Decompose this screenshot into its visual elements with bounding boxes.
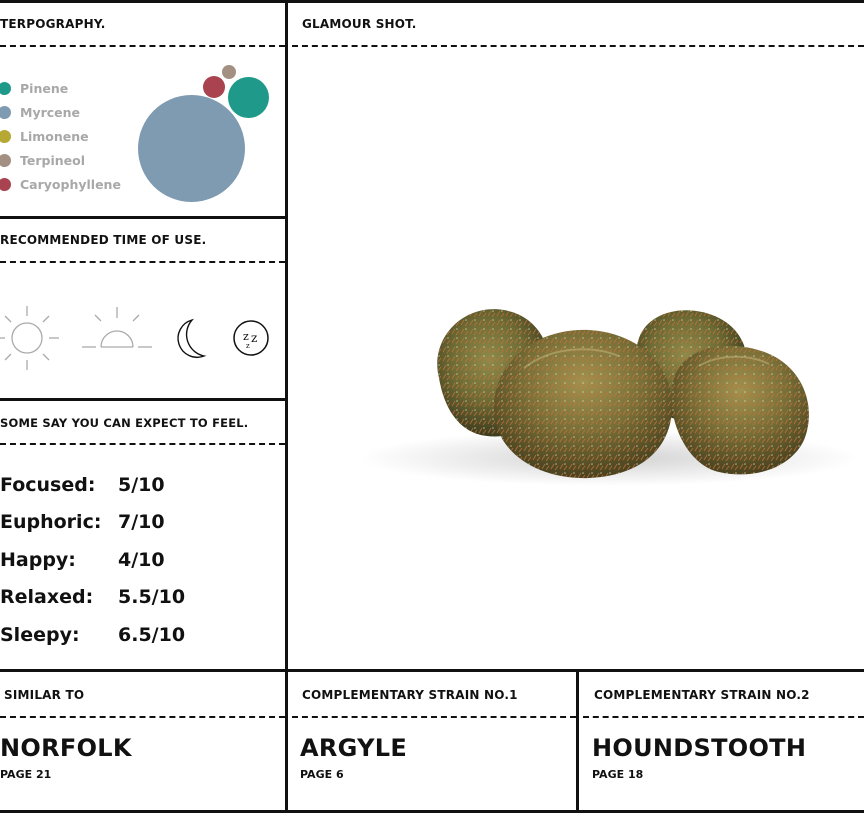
feel-value: 4/10 bbox=[118, 548, 165, 571]
terpineol-bubble bbox=[222, 65, 236, 79]
glamour-dash bbox=[292, 45, 864, 47]
sunset-icon bbox=[82, 307, 152, 348]
complementary-2-name: HOUNDSTOOTH bbox=[592, 734, 807, 762]
terpene-legend: Pinene Myrcene Limonene Terpineol Caryop… bbox=[0, 76, 121, 196]
similar-dash bbox=[0, 716, 285, 718]
terpography-bottom-border bbox=[0, 216, 286, 219]
complementary-2-dash bbox=[583, 716, 864, 718]
sleep-icon: z z z bbox=[233, 320, 269, 356]
feel-row-euphoric: Euphoric: 7/10 bbox=[0, 504, 185, 542]
sun-icon bbox=[0, 306, 59, 370]
bottom-row-divider bbox=[576, 669, 579, 813]
legend-dot bbox=[0, 105, 11, 119]
complementary-1-name: ARGYLE bbox=[300, 734, 408, 762]
time-of-use-icons: z z z bbox=[0, 306, 269, 370]
feel-value: 5.5/10 bbox=[118, 586, 186, 609]
glamour-shot-photo bbox=[359, 309, 859, 486]
feel-label: Focused: bbox=[0, 473, 96, 496]
feel-label: Sleepy: bbox=[0, 623, 80, 646]
legend-dot bbox=[0, 81, 11, 95]
terpography-dash bbox=[0, 45, 285, 47]
feel-dash bbox=[0, 443, 285, 445]
feel-value: 6.5/10 bbox=[118, 623, 186, 646]
feel-value: 7/10 bbox=[118, 511, 165, 534]
time-of-use-title: RECOMMENDED TIME OF USE. bbox=[0, 233, 207, 247]
complementary-2-title: COMPLEMENTARY STRAIN NO.2 bbox=[594, 688, 810, 702]
similar-strain-name: NORFOLK bbox=[0, 734, 132, 762]
feel-row-focused: Focused: 5/10 bbox=[0, 466, 185, 504]
moon-icon bbox=[177, 318, 207, 359]
feel-value: 5/10 bbox=[118, 473, 165, 496]
legend-label: Terpineol bbox=[20, 152, 85, 168]
terpography-title: TERPOGRAPHY. bbox=[0, 17, 106, 31]
time-of-use-bottom-border bbox=[0, 398, 286, 401]
legend-dot bbox=[0, 129, 11, 143]
caryophyllene-bubble bbox=[203, 76, 225, 98]
legend-item-limonene: Limonene bbox=[0, 124, 121, 148]
feel-row-relaxed: Relaxed: 5.5/10 bbox=[0, 579, 185, 617]
legend-label: Pinene bbox=[20, 80, 69, 96]
feel-label: Relaxed: bbox=[0, 586, 94, 609]
similar-strain-page: PAGE 21 bbox=[0, 768, 52, 781]
similar-title: SIMILAR TO bbox=[4, 688, 85, 702]
feel-row-sleepy: Sleepy: 6.5/10 bbox=[0, 616, 185, 654]
legend-label: Myrcene bbox=[20, 104, 81, 120]
complementary-2-page: PAGE 18 bbox=[592, 768, 644, 781]
time-of-use-dash bbox=[0, 261, 285, 263]
legend-item-caryophyllene: Caryophyllene bbox=[0, 172, 121, 196]
legend-dot bbox=[0, 177, 11, 191]
legend-label: Caryophyllene bbox=[20, 176, 121, 192]
legend-item-pinene: Pinene bbox=[0, 76, 121, 100]
complementary-1-title: COMPLEMENTARY STRAIN NO.1 bbox=[302, 688, 518, 702]
top-border bbox=[0, 0, 864, 3]
pinene-bubble bbox=[228, 77, 269, 118]
left-column-divider bbox=[285, 0, 288, 813]
feel-title: SOME SAY YOU CAN EXPECT TO FEEL. bbox=[0, 416, 249, 430]
legend-dot bbox=[0, 153, 11, 167]
glamour-shot-title: GLAMOUR SHOT. bbox=[302, 17, 417, 31]
feel-ratings: Focused: 5/10 Euphoric: 7/10 Happy: 4/10… bbox=[0, 466, 185, 654]
feel-row-happy: Happy: 4/10 bbox=[0, 541, 185, 579]
feel-label: Happy: bbox=[0, 548, 76, 571]
complementary-1-page: PAGE 6 bbox=[300, 768, 344, 781]
myrcene-bubble bbox=[138, 95, 245, 202]
legend-label: Limonene bbox=[20, 128, 89, 144]
legend-item-myrcene: Myrcene bbox=[0, 100, 121, 124]
svg-text:z: z bbox=[246, 342, 250, 350]
complementary-1-dash bbox=[292, 716, 576, 718]
svg-text:z: z bbox=[251, 331, 257, 345]
feel-label: Euphoric: bbox=[0, 511, 102, 534]
legend-item-terpineol: Terpineol bbox=[0, 148, 121, 172]
